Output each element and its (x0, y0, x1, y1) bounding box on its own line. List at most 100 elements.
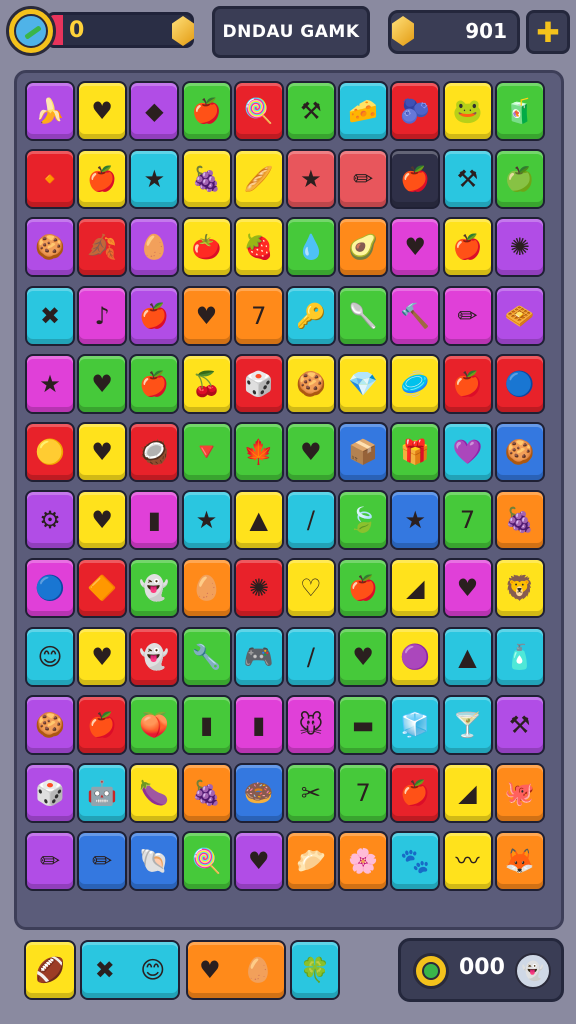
board-tile[interactable]: ✂ (285, 762, 336, 823)
board-tile[interactable]: 🥚 (129, 217, 180, 278)
board-tile[interactable]: 🦊 (494, 831, 545, 892)
board-tile[interactable]: ♥ (390, 217, 441, 278)
board-tile[interactable]: 🟡 (25, 421, 75, 482)
board-tile[interactable]: 🍎 (181, 81, 232, 141)
board-tile[interactable]: 🍎 (338, 558, 389, 619)
board-tile[interactable]: 🍅 (181, 217, 232, 278)
tray-slot[interactable]: 🍀 (290, 940, 340, 1000)
board-tile[interactable]: ♥ (181, 285, 232, 346)
board-tile[interactable]: 🍇 (181, 149, 232, 210)
board-tile[interactable]: 🍪 (25, 694, 75, 755)
board-tile[interactable]: 😊 (25, 626, 75, 687)
tray-slot[interactable]: ✖ 😊 (80, 940, 180, 1000)
board-tile[interactable]: 🐸 (442, 81, 493, 141)
add-button[interactable]: ✚ (526, 10, 570, 54)
board-tile[interactable]: 🐾 (390, 831, 441, 892)
board-tile[interactable]: / (285, 626, 336, 687)
board-tile[interactable]: ◆ (129, 81, 180, 141)
board-tile[interactable]: 🍭 (233, 81, 284, 141)
board-tile[interactable]: 🍎 (390, 762, 441, 823)
board-tile[interactable]: ♥ (442, 558, 493, 619)
board-tile[interactable]: ⚙ (25, 490, 75, 551)
board-tile[interactable]: 🐭 (285, 694, 336, 755)
board-tile[interactable]: 🍎 (442, 353, 493, 414)
board-tile[interactable]: 🎮 (233, 626, 284, 687)
board-tile[interactable]: ✺ (233, 558, 284, 619)
board-tile[interactable]: 🍎 (390, 149, 441, 210)
board-tile[interactable]: 🟣 (390, 626, 441, 687)
board-tile[interactable]: 🍇 (181, 762, 232, 823)
board-tile[interactable]: 🥥 (129, 421, 180, 482)
board-tile[interactable]: 🥖 (233, 149, 284, 210)
board-tile[interactable]: ♡ (285, 558, 336, 619)
board-tile[interactable]: ♥ (338, 626, 389, 687)
board-tile[interactable]: 💎 (338, 353, 389, 414)
board-tile[interactable]: 🥚 (181, 558, 232, 619)
board-tile[interactable]: ♪ (77, 285, 128, 346)
board-tile[interactable]: 🍭 (181, 831, 232, 892)
board-tile[interactable]: ♥ (77, 626, 128, 687)
board-tile[interactable]: 🍃 (338, 490, 389, 551)
board-tile[interactable]: 🍸 (442, 694, 493, 755)
board-tile[interactable]: 🐙 (494, 762, 545, 823)
tray-slot[interactable]: ♥ 🥚 (186, 940, 286, 1000)
board-tile[interactable]: 7 (233, 285, 284, 346)
board-tile[interactable]: ♥ (77, 490, 128, 551)
board-tile[interactable]: 🍎 (77, 149, 128, 210)
board-tile[interactable]: ♥ (285, 421, 336, 482)
tray-slot[interactable]: 🏈 (24, 940, 76, 1000)
board-tile[interactable]: 💜 (442, 421, 493, 482)
board-tile[interactable]: 🎲 (25, 762, 75, 823)
board-tile[interactable]: 〰 (442, 831, 493, 892)
board-tile[interactable]: ⚒ (285, 81, 336, 141)
board-tile[interactable]: 🍎 (77, 694, 128, 755)
board-tile[interactable]: ♥ (233, 831, 284, 892)
board-tile[interactable]: ▲ (233, 490, 284, 551)
board-tile[interactable]: ✺ (494, 217, 545, 278)
board-tile[interactable]: 🧊 (390, 694, 441, 755)
board-tile[interactable]: ✏ (338, 149, 389, 210)
board-tile[interactable]: 🧀 (338, 81, 389, 141)
board-tile[interactable]: 🔨 (390, 285, 441, 346)
board-tile[interactable]: 🥄 (338, 285, 389, 346)
board-tile[interactable]: 🥑 (338, 217, 389, 278)
board-tile[interactable]: 💧 (285, 217, 336, 278)
board-tile[interactable]: 🍁 (233, 421, 284, 482)
board-tile[interactable]: 🍪 (25, 217, 75, 278)
board-tile[interactable]: 🍓 (233, 217, 284, 278)
board-tile[interactable]: 🔵 (25, 558, 75, 619)
board-tile[interactable]: 🍆 (129, 762, 180, 823)
board-tile[interactable]: 🦁 (494, 558, 545, 619)
board-tile[interactable]: ▮ (129, 490, 180, 551)
board-tile[interactable]: 🍎 (442, 217, 493, 278)
board-tile[interactable]: ▮ (181, 694, 232, 755)
board-tile[interactable]: 🍏 (494, 149, 545, 210)
board-tile[interactable]: 🍇 (494, 490, 545, 551)
board-tile[interactable]: 🍎 (129, 353, 180, 414)
board-tile[interactable]: ♥ (77, 353, 128, 414)
board-tile[interactable]: 🌸 (338, 831, 389, 892)
board-tile[interactable]: ◢ (390, 558, 441, 619)
board-tile[interactable]: 🍌 (25, 81, 75, 141)
board-tile[interactable]: 🎁 (390, 421, 441, 482)
board-tile[interactable]: 🔶 (77, 558, 128, 619)
board-tile[interactable]: 🐚 (129, 831, 180, 892)
board-tile[interactable]: 🫐 (390, 81, 441, 141)
board-tile[interactable]: 🎲 (233, 353, 284, 414)
board-tile[interactable]: 👻 (129, 558, 180, 619)
board-tile[interactable]: ✖ (25, 285, 75, 346)
board-tile[interactable]: ★ (390, 490, 441, 551)
board-tile[interactable]: 🥏 (390, 353, 441, 414)
board-tile[interactable]: 🔵 (494, 353, 545, 414)
board-tile[interactable]: 🧴 (494, 626, 545, 687)
board-tile[interactable]: ★ (25, 353, 75, 414)
board-tile[interactable]: 🧇 (494, 285, 545, 346)
ghost-icon[interactable]: 👻 (515, 953, 551, 989)
board-tile[interactable]: 🔻 (181, 421, 232, 482)
board-tile[interactable]: ▮ (233, 694, 284, 755)
board-tile[interactable]: ★ (285, 149, 336, 210)
board-tile[interactable]: 👻 (129, 626, 180, 687)
board-tile[interactable]: 📦 (338, 421, 389, 482)
board-tile[interactable]: / (285, 490, 336, 551)
board-tile[interactable]: 🧃 (494, 81, 545, 141)
